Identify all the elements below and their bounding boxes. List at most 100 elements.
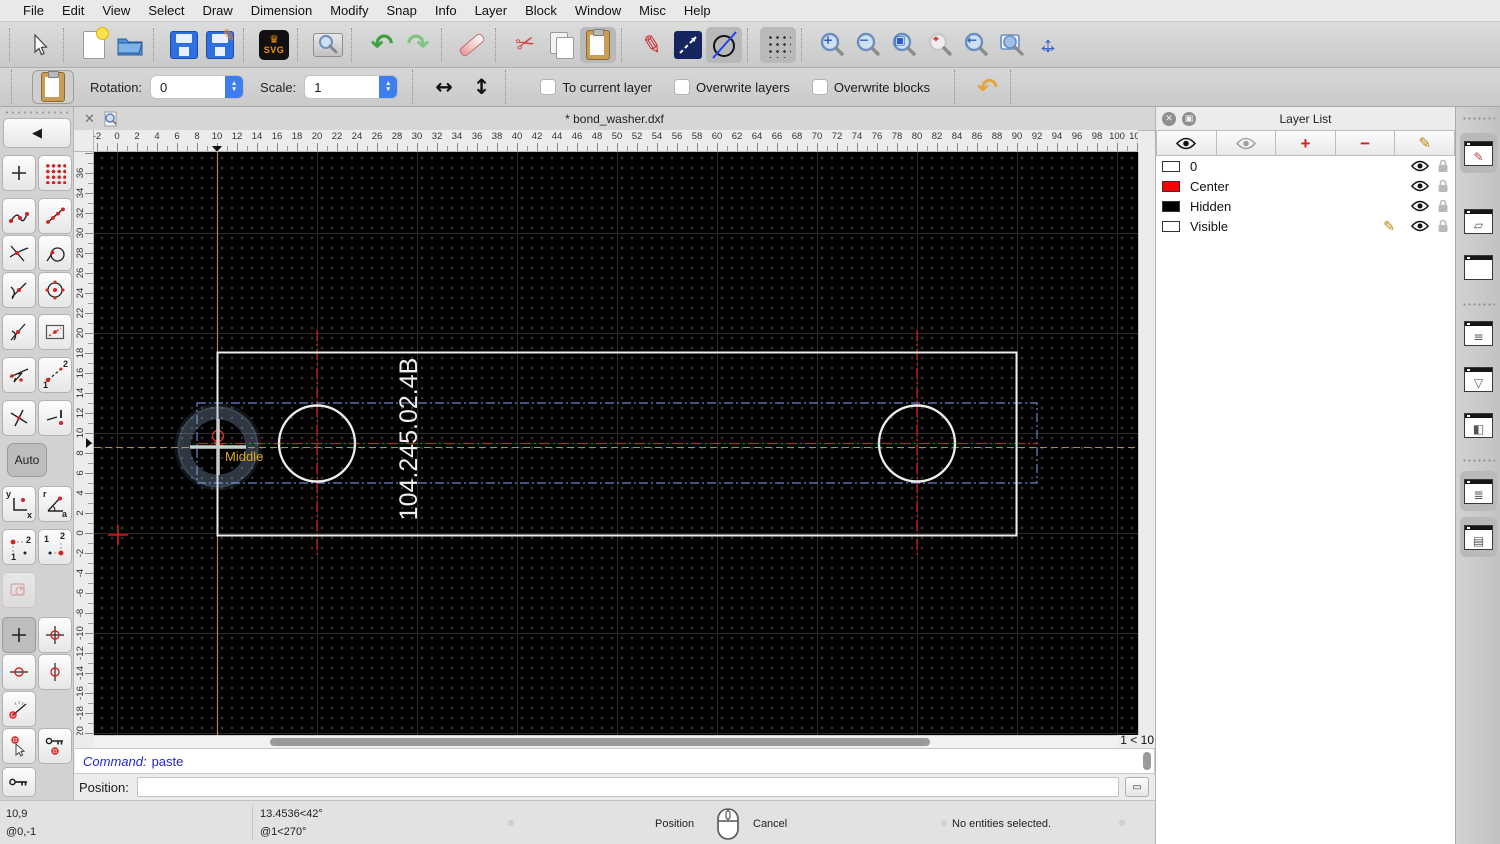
command-scrollbar-thumb[interactable] [1143,752,1151,770]
checkbox-icon[interactable] [540,79,557,95]
layer-row-0[interactable]: 0 [1156,156,1455,176]
checkbox-to-current-layer[interactable]: To current layer [540,79,652,95]
snap-center-button[interactable] [38,272,72,308]
checkbox-overwrite-blocks[interactable]: Overwrite blocks [811,79,930,95]
svg-export-button[interactable]: ♛ SVG [256,27,292,63]
lock-icon[interactable] [1437,219,1449,233]
menu-select[interactable]: Select [139,3,193,18]
undo-button[interactable]: ↶ [364,27,400,63]
circle-line-tool-button[interactable] [706,26,742,63]
dock-block-list-button[interactable]: ▱ [1460,201,1497,241]
dock-layer-pen-button[interactable]: ✎ [1460,133,1497,173]
relative-zero-horizontal-button[interactable] [2,654,36,690]
undo-paste-button[interactable]: ↶ [977,75,998,100]
checkbox-icon[interactable] [811,79,828,95]
set-relative-zero-button[interactable] [38,617,72,653]
snap-tangent-button[interactable] [2,314,36,350]
dock-command-widget-button[interactable]: ≣ [1460,471,1497,511]
snap-grid-button[interactable] [38,155,72,191]
lock-relative-zero-button[interactable] [38,728,72,764]
corner-first-second-button[interactable]: 1 2 [2,529,36,565]
zoom-out-button[interactable]: − [850,27,886,63]
open-file-button[interactable] [112,27,148,63]
dock-clipboard-button[interactable]: ▤ [1460,517,1497,557]
menu-view[interactable]: View [93,3,139,18]
vertical-scrollbar-track[interactable] [1138,152,1155,735]
menu-help[interactable]: Help [675,3,720,18]
zoom-pan-button[interactable]: ↔ ↕ [1030,27,1066,63]
checkbox-icon[interactable] [674,79,690,95]
menu-misc[interactable]: Misc [630,3,675,18]
flip-vertical-button[interactable]: ↕ [473,76,491,98]
palette-back-button[interactable]: ◀ [3,118,71,148]
menu-dimension[interactable]: Dimension [242,3,321,18]
relative-zero-current-button[interactable] [2,617,36,653]
layer-color-swatch[interactable] [1162,220,1180,232]
layer-color-swatch[interactable] [1162,180,1180,192]
snap-entity-point-button[interactable] [2,357,36,393]
restrict-nothing-button[interactable] [38,400,72,436]
menu-file[interactable]: File [14,3,53,18]
snap-intersection-button[interactable] [2,235,36,271]
palette-handle[interactable] [4,111,68,114]
dockbar-handle[interactable] [1462,117,1495,120]
horizontal-scrollbar[interactable] [94,735,1118,748]
coordinate-polar-button[interactable]: r a [38,486,72,522]
cut-button[interactable]: ✂ [508,27,544,63]
eye-icon[interactable] [1411,200,1429,212]
horizontal-scrollbar-thumb[interactable] [270,738,930,746]
menu-window[interactable]: Window [566,3,630,18]
snap-auto-button[interactable]: Auto [7,443,47,477]
snap-free-button[interactable] [2,155,36,191]
lock-icon[interactable] [1437,199,1449,213]
eye-icon[interactable] [1411,180,1429,192]
snap-on-entity-button[interactable] [38,198,72,234]
position-options-button[interactable]: ▭ [1125,777,1149,797]
corner-second-first-button[interactable]: 1 2 [38,529,72,565]
layer-color-swatch[interactable] [1162,200,1180,212]
eye-icon[interactable] [1411,220,1429,232]
zoom-in-button[interactable]: + [814,27,850,63]
snap-middle-button[interactable] [2,272,36,308]
hide-all-layers-button[interactable] [1216,130,1277,156]
zoom-window-button[interactable] [994,27,1030,63]
lock-button[interactable] [2,767,36,797]
grid-toggle-button[interactable] [760,26,796,63]
menu-edit[interactable]: Edit [53,3,93,18]
save-button[interactable] [166,27,202,63]
menu-info[interactable]: Info [426,3,466,18]
scale-spinner[interactable]: 1 ▲ ▼ [304,75,399,99]
remove-layer-button[interactable]: − [1335,130,1396,156]
angle-gauge-button[interactable] [2,691,36,727]
flip-horizontal-button[interactable]: ↔ [435,76,453,98]
layer-row-visible[interactable]: Visible ✎ [1156,216,1455,236]
snap-endpoints-button[interactable] [2,198,36,234]
dock-filter-button[interactable]: ▽ [1460,359,1497,399]
relative-zero-vertical-button[interactable] [38,654,72,690]
position-input[interactable] [136,777,1119,797]
add-layer-button[interactable]: + [1276,130,1336,156]
delete-button[interactable] [454,27,490,63]
eye-icon[interactable] [1411,160,1429,172]
select-tool-button[interactable] [22,27,58,63]
snap-distance-button[interactable] [38,235,72,271]
zoom-auto-button[interactable]: ▣ [886,27,922,63]
select-window-button[interactable] [38,314,72,350]
stepper-icon[interactable]: ▲ ▼ [379,76,398,98]
edit-layer-button[interactable]: ✎ [1395,130,1455,156]
menu-layer[interactable]: Layer [466,3,517,18]
line-tool-button[interactable] [670,27,706,63]
menu-modify[interactable]: Modify [321,3,377,18]
new-file-button[interactable] [76,26,112,63]
menu-snap[interactable]: Snap [378,3,426,18]
layer-row-center[interactable]: Center [1156,176,1455,196]
snap-sequence-button[interactable]: 1 2 [38,357,72,393]
copy-button[interactable] [544,27,580,63]
draw-pen-button[interactable]: ✎ [634,27,670,63]
menu-draw[interactable]: Draw [193,3,241,18]
dock-entity-list-button[interactable]: ≡ [1460,313,1497,353]
command-line[interactable]: Command: paste [75,748,1155,774]
layer-row-hidden[interactable]: Hidden [1156,196,1455,216]
redo-button[interactable]: ↷ [400,27,436,63]
checkbox-overwrite-layers[interactable]: Overwrite layers [674,79,790,95]
